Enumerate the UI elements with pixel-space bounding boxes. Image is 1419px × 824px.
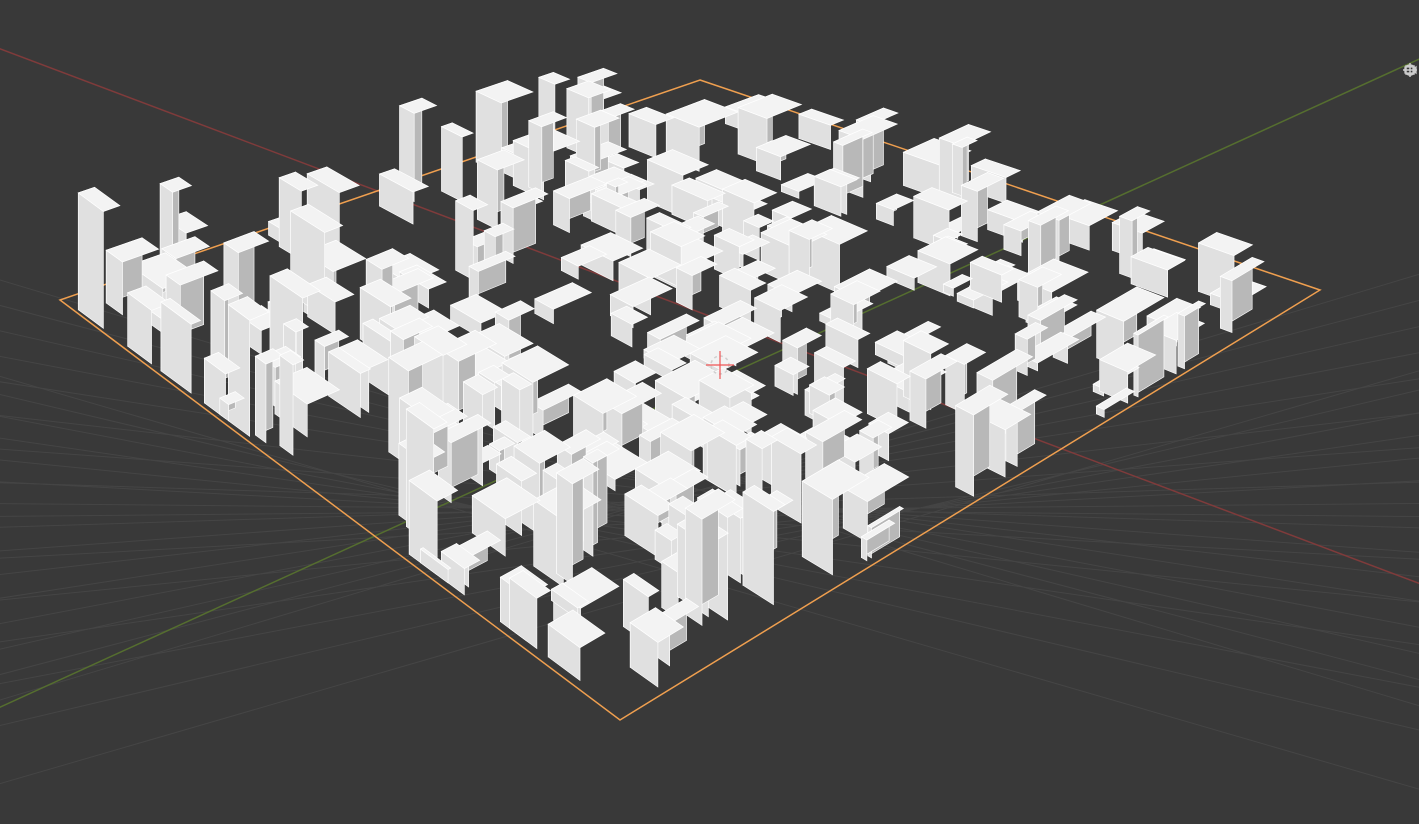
viewport-overlay-tools — [1403, 18, 1417, 122]
viewport-3d[interactable] — [0, 0, 1419, 824]
camera-view-icon[interactable] — [1403, 102, 1417, 122]
cursor-3d — [0, 0, 1419, 824]
